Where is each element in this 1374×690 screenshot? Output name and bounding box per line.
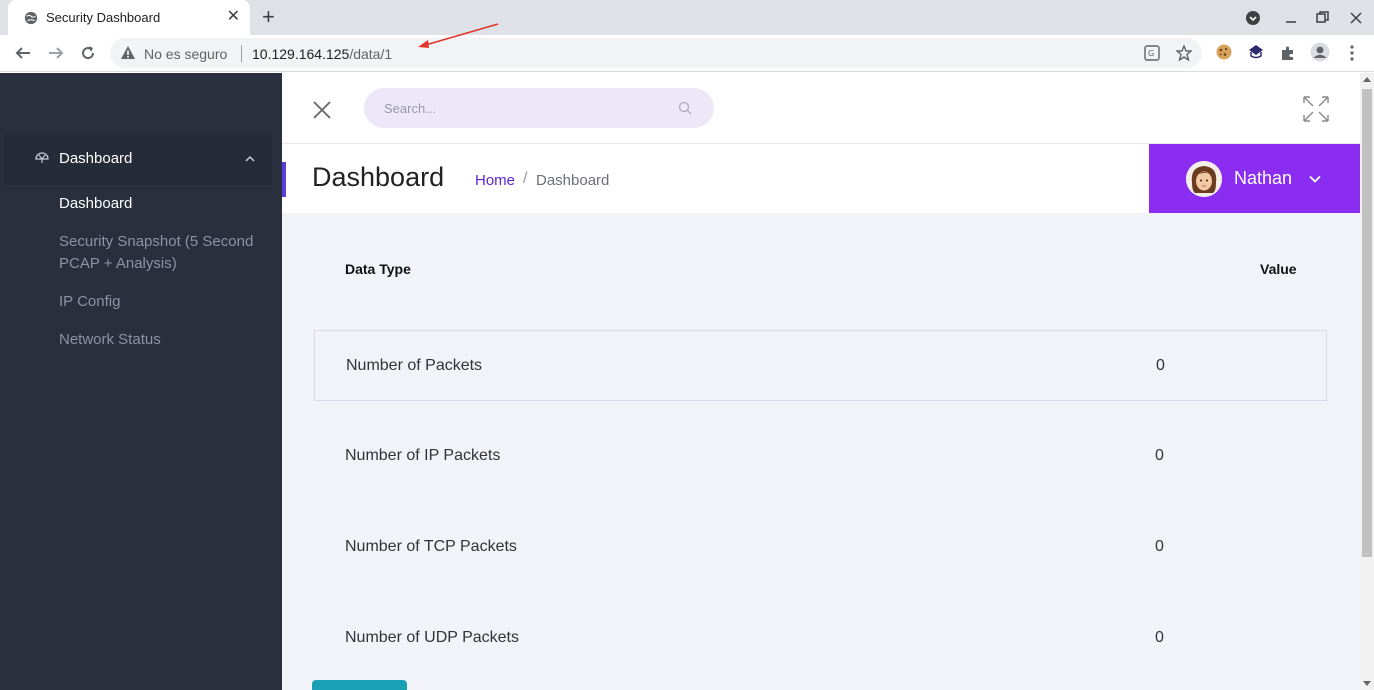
scroll-down-arrow[interactable]	[1363, 681, 1371, 686]
row-value: 0	[1155, 447, 1164, 464]
sidebar: Dashboard Dashboard Security Snapshot (5…	[0, 73, 282, 690]
tab-title: Security Dashboard	[46, 10, 161, 25]
scroll-thumb[interactable]	[1362, 89, 1372, 557]
action-button[interactable]	[312, 680, 407, 690]
table-row: Number of IP Packets 0	[314, 421, 1327, 492]
topbar	[282, 73, 1360, 144]
address-bar[interactable]: No es seguro 10.129.164.125/data/1 G	[110, 38, 1202, 68]
restore-icon[interactable]	[1316, 11, 1329, 24]
close-icon[interactable]	[312, 100, 332, 120]
main-content: Data Type Value Number of Packets 0 Numb…	[282, 213, 1360, 690]
chevron-down-icon[interactable]	[1309, 175, 1321, 183]
forward-arrow-icon[interactable]	[47, 44, 65, 62]
page-title: Dashboard	[312, 162, 445, 192]
svg-text:G: G	[1148, 49, 1154, 58]
row-value: 0	[1156, 357, 1165, 374]
avatar	[1186, 161, 1222, 197]
tab-search-icon[interactable]	[1245, 10, 1261, 26]
new-tab-button[interactable]: +	[262, 6, 275, 28]
browser-toolbar: No es seguro 10.129.164.125/data/1 G 8	[0, 35, 1374, 99]
breadcrumb-home-link[interactable]: Home	[475, 172, 515, 189]
puzzle-icon[interactable]	[1280, 45, 1296, 61]
table-row: Number of Packets 0	[314, 330, 1327, 401]
search-icon[interactable]	[678, 101, 692, 115]
chevron-up-icon[interactable]	[245, 155, 255, 162]
table-row: Number of UDP Packets 0	[314, 603, 1327, 674]
browser-tab[interactable]: Security Dashboard ✕	[8, 0, 250, 35]
profile-icon[interactable]	[1310, 42, 1330, 62]
annotation-arrow	[418, 23, 499, 48]
page-scrollbar[interactable]	[1360, 73, 1374, 690]
browser-tabstrip: Security Dashboard ✕ +	[0, 0, 1374, 35]
sidebar-item-dashboard[interactable]: Dashboard	[59, 193, 259, 215]
cookie-icon[interactable]	[1215, 43, 1233, 61]
minimize-icon[interactable]	[1285, 12, 1297, 24]
breadcrumb-separator: /	[523, 170, 528, 187]
back-arrow-icon[interactable]	[14, 44, 32, 62]
row-value: 0	[1155, 629, 1164, 646]
url-host: 10.129.164.125	[252, 46, 350, 62]
row-data-type: Number of UDP Packets	[345, 629, 519, 646]
page-header: Dashboard Home / Dashboard Nathan	[282, 144, 1360, 213]
not-secure-label: No es seguro	[144, 46, 228, 62]
sidebar-group-label: Dashboard	[59, 150, 133, 167]
sidebar-item-ip-config[interactable]: IP Config	[59, 291, 259, 313]
row-data-type: Number of IP Packets	[345, 447, 501, 464]
reload-icon[interactable]	[79, 44, 97, 62]
user-menu[interactable]: Nathan	[1149, 144, 1360, 213]
warning-icon	[121, 46, 135, 59]
table-header-value: Value	[1260, 261, 1297, 277]
expand-icon[interactable]	[1302, 95, 1330, 123]
sidebar-item-security-snapshot[interactable]: Security Snapshot (5 Second PCAP + Analy…	[59, 231, 259, 275]
search-input[interactable]	[364, 88, 714, 128]
tab-close-icon[interactable]: ✕	[227, 9, 240, 25]
omnibox-separator	[241, 45, 242, 62]
star-icon[interactable]	[1176, 45, 1192, 61]
breadcrumb-current: Dashboard	[536, 172, 610, 189]
sidebar-group-dashboard[interactable]: Dashboard	[4, 133, 272, 185]
scroll-up-arrow[interactable]	[1363, 77, 1371, 82]
sidebar-item-network-status[interactable]: Network Status	[59, 329, 259, 351]
cloud-icon	[35, 152, 49, 163]
row-data-type: Number of Packets	[346, 357, 483, 374]
url-text[interactable]: 10.129.164.125/data/1	[252, 46, 392, 62]
user-name: Nathan	[1234, 168, 1293, 188]
window-close-icon[interactable]	[1350, 12, 1362, 24]
row-data-type: Number of TCP Packets	[345, 538, 517, 555]
menu-dots-icon[interactable]	[1348, 44, 1356, 62]
extension-icon[interactable]	[1247, 43, 1265, 61]
url-path: /data/1	[349, 46, 393, 62]
table-header-data-type: Data Type	[345, 261, 411, 277]
row-value: 0	[1155, 538, 1164, 555]
translate-icon[interactable]: G	[1144, 45, 1160, 61]
table-row: Number of TCP Packets 0	[314, 512, 1327, 583]
globe-icon	[24, 11, 38, 25]
title-accent-bar	[282, 162, 286, 197]
